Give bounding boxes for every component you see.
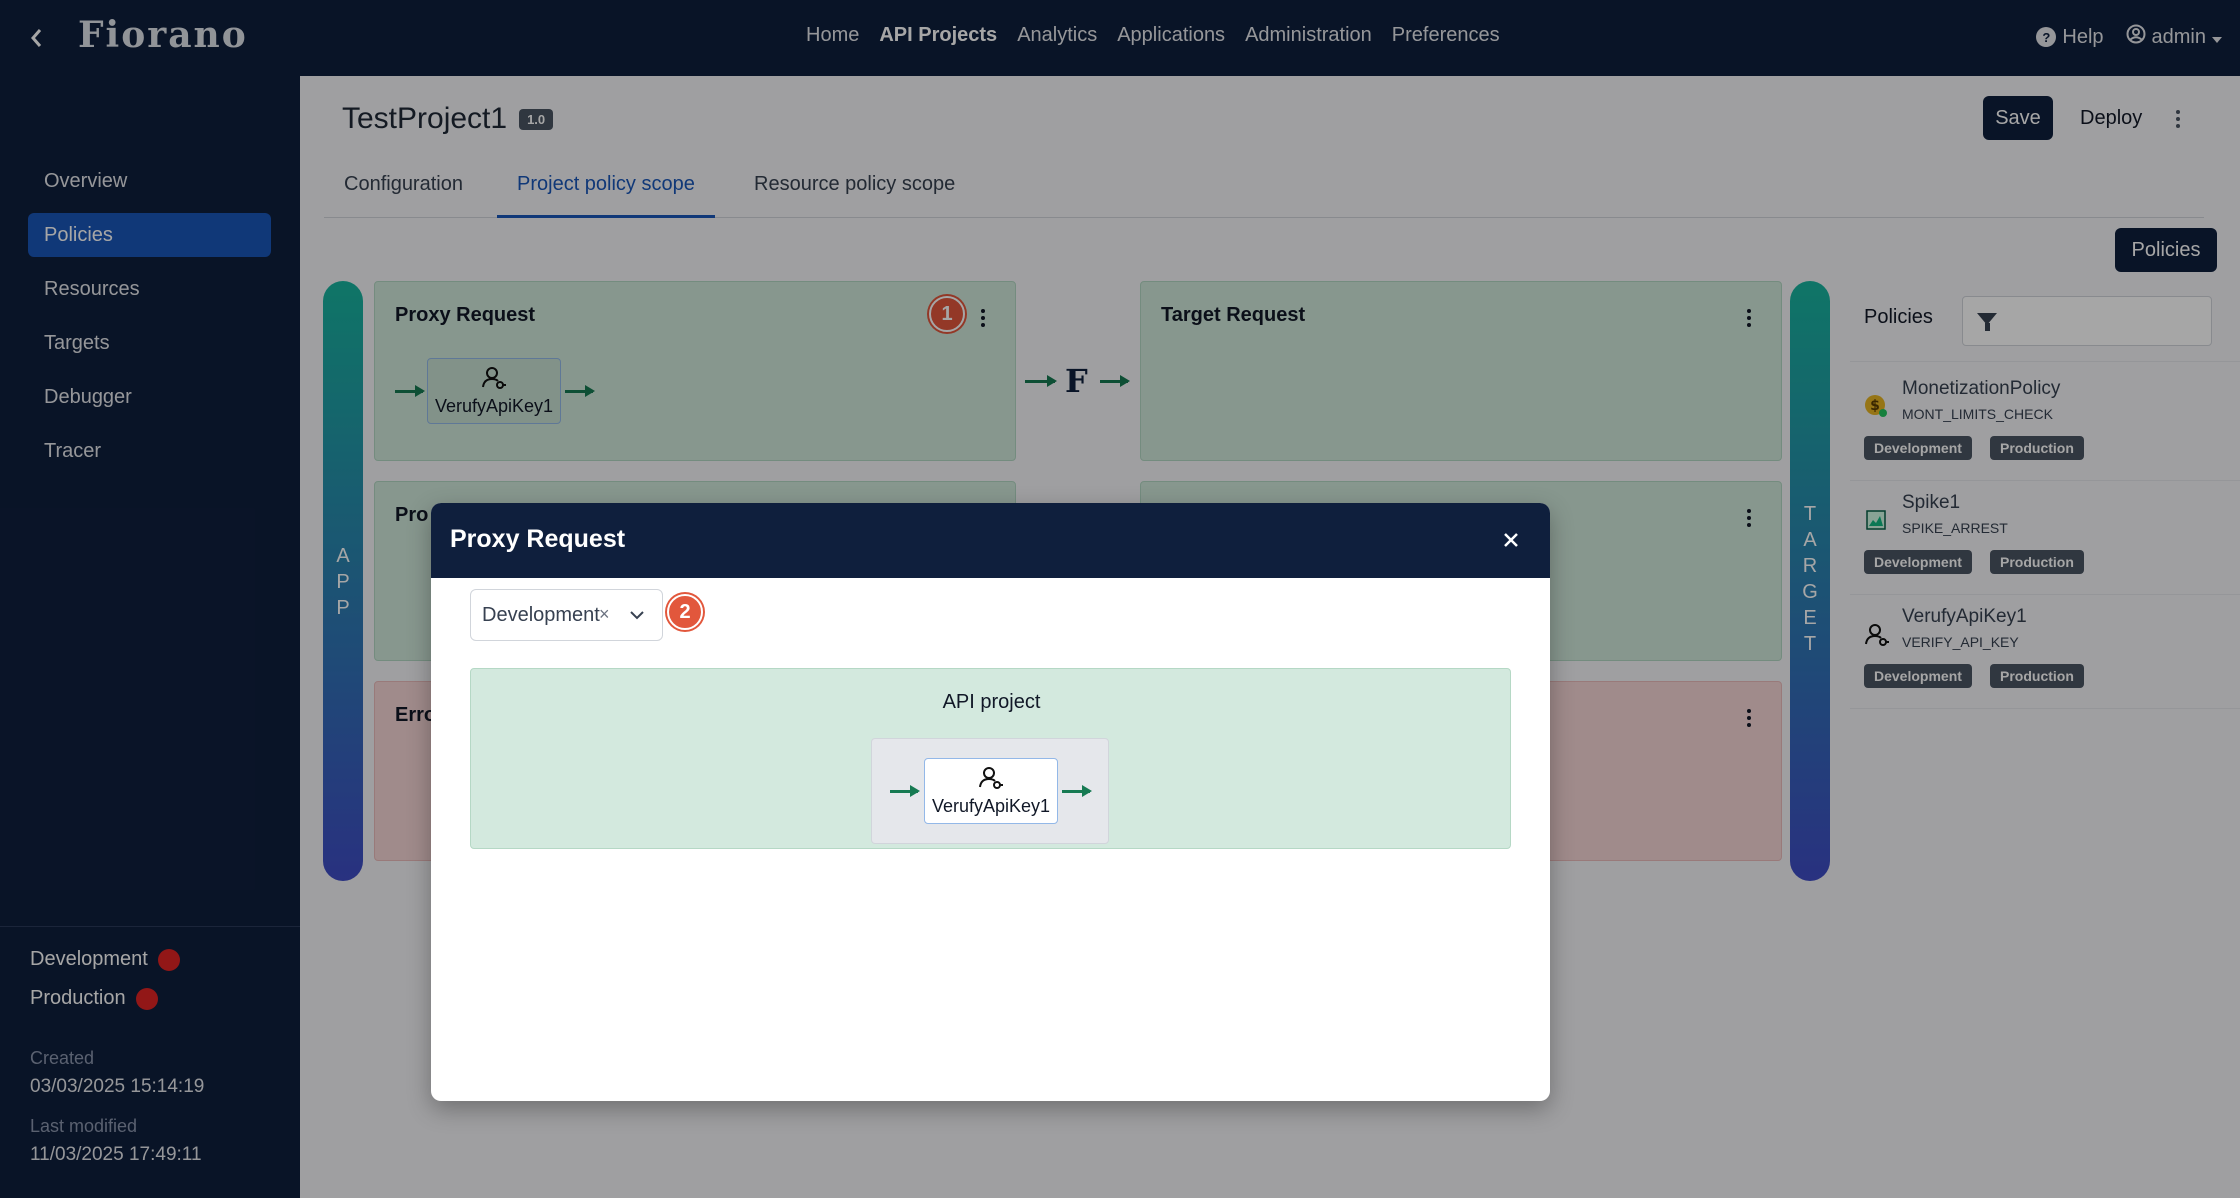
scope-title: API project [942, 691, 1041, 713]
close-icon[interactable] [1496, 525, 1526, 555]
policy-node-label: VerufyApiKey1 [931, 796, 1051, 816]
environment-select[interactable]: Development × [470, 589, 663, 641]
environment-select-value: Development [482, 604, 600, 626]
user-key-icon [925, 765, 1057, 796]
chevron-down-icon [628, 606, 646, 629]
dialog-header: Proxy Request [431, 503, 1550, 578]
dialog-title: Proxy Request [450, 525, 626, 553]
flow-arrow [1062, 785, 1092, 797]
clear-icon[interactable]: × [599, 604, 610, 625]
api-project-scope: API project VerufyApiKey1 [470, 668, 1511, 849]
step-badge: 2 [667, 594, 703, 630]
policy-node-verufyapikey1[interactable]: VerufyApiKey1 [924, 758, 1058, 824]
flow-arrow [890, 785, 920, 797]
proxy-request-dialog: Proxy Request Development × 2 API projec… [431, 503, 1550, 1101]
policy-flow: VerufyApiKey1 [871, 738, 1109, 844]
